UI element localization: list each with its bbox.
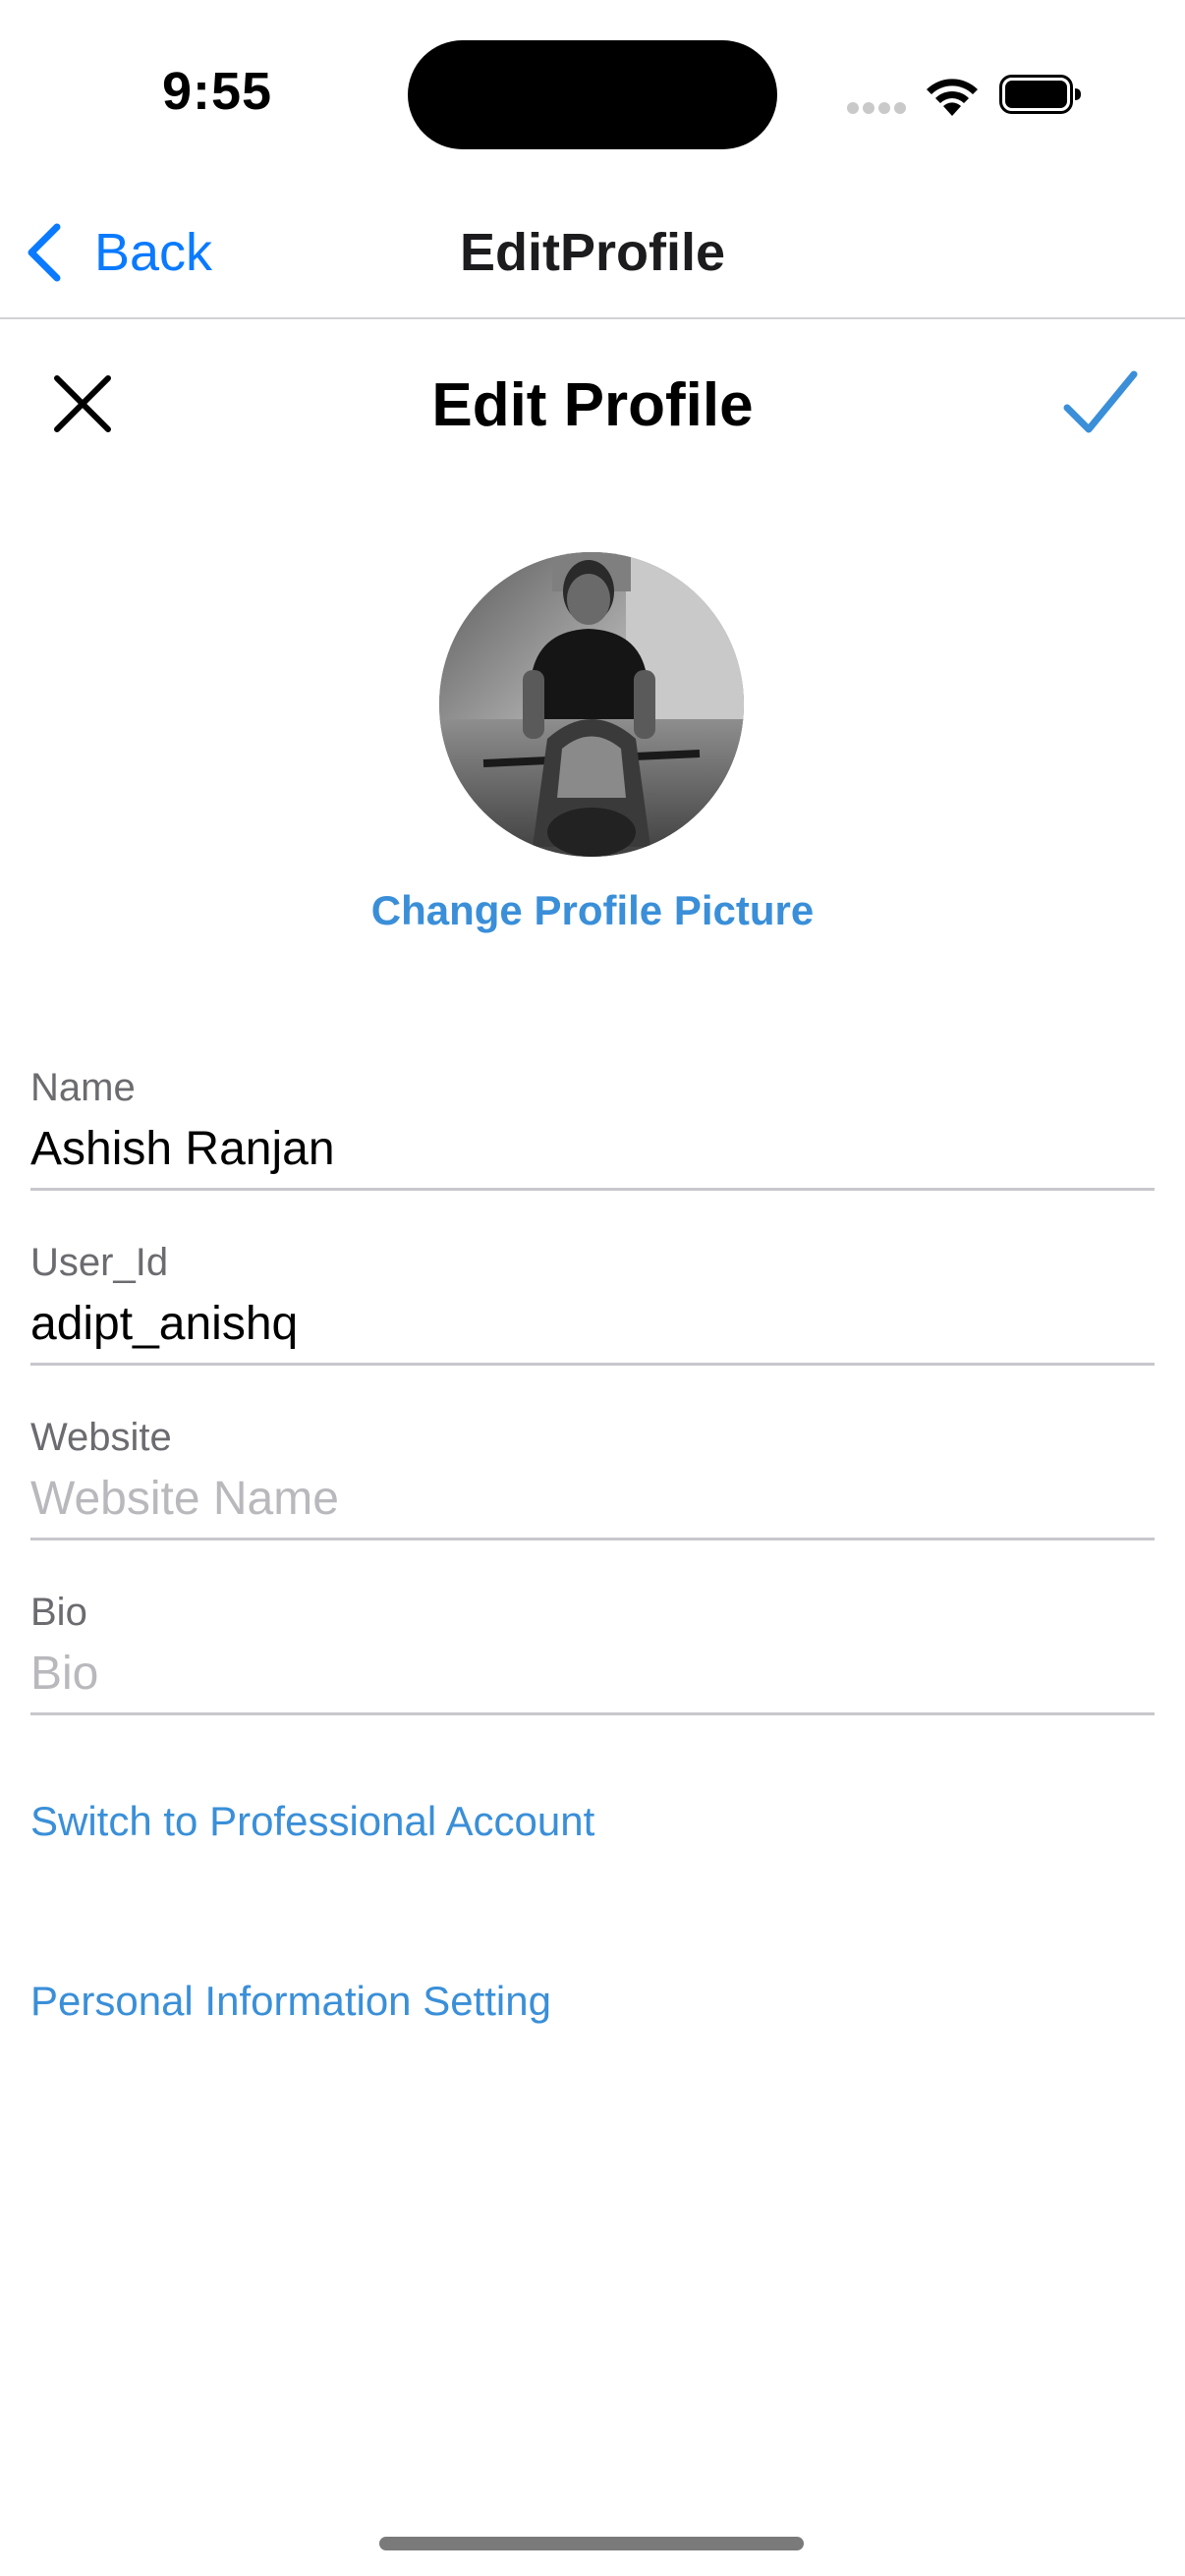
personal-information-setting-link[interactable]: Personal Information Setting [30, 1978, 551, 2025]
navigation-bar: Back EditProfile [0, 187, 1185, 319]
bio-input[interactable] [30, 1642, 1151, 1705]
edit-profile-header: Edit Profile [0, 319, 1185, 491]
name-input[interactable] [30, 1117, 1151, 1180]
status-bar: 9:55 [0, 0, 1185, 187]
user-id-input[interactable] [30, 1292, 1151, 1355]
switch-professional-account-link[interactable]: Switch to Professional Account [30, 1798, 594, 1845]
page-title: Edit Profile [431, 371, 754, 439]
profile-photo [439, 552, 744, 857]
user-id-field: User_Id [30, 1241, 1155, 1366]
battery-icon [999, 75, 1081, 114]
bio-field: Bio [30, 1591, 1155, 1715]
website-field: Website [30, 1416, 1155, 1540]
checkmark-icon[interactable] [1061, 368, 1140, 437]
website-label: Website [30, 1416, 172, 1459]
name-field: Name [30, 1066, 1155, 1191]
user-id-label: User_Id [30, 1241, 169, 1284]
change-profile-picture-button[interactable]: Change Profile Picture [0, 887, 1185, 934]
dynamic-island [408, 40, 777, 149]
avatar[interactable] [439, 552, 744, 857]
status-time: 9:55 [162, 62, 273, 121]
signal-icon [847, 102, 906, 114]
home-indicator[interactable] [379, 2537, 804, 2550]
bio-label: Bio [30, 1591, 87, 1634]
nav-title: EditProfile [459, 223, 726, 282]
website-input[interactable] [30, 1467, 1151, 1530]
name-label: Name [30, 1066, 136, 1109]
wifi-icon [927, 79, 978, 116]
